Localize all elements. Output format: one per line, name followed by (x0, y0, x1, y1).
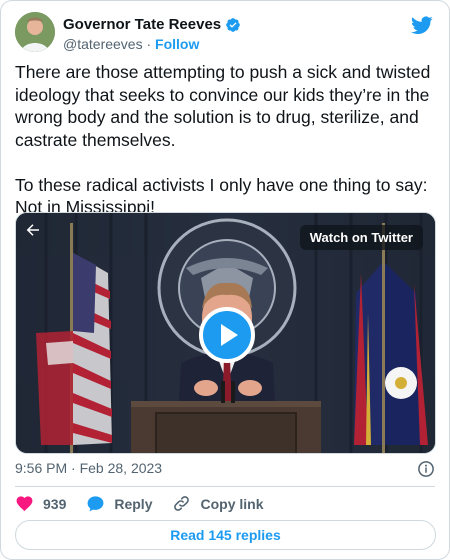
tweet-text: There are those attempting to push a sic… (15, 62, 431, 217)
action-bar: 939 Reply Copy link (15, 494, 284, 513)
display-name[interactable]: Governor Tate Reeves (63, 16, 221, 33)
tweet-card: Governor Tate Reeves @tatereeves · Follo… (0, 0, 450, 560)
play-icon[interactable] (199, 307, 255, 363)
avatar[interactable] (15, 12, 55, 52)
reply-label: Reply (114, 495, 153, 512)
verified-badge-icon (226, 17, 240, 32)
read-replies-button[interactable]: Read 145 replies (15, 520, 436, 550)
handle-separator: · (142, 36, 156, 52)
heart-icon (16, 496, 33, 512)
follow-button[interactable]: Follow (155, 36, 199, 52)
reply-button[interactable]: Reply (86, 494, 152, 513)
like-button[interactable]: 939 (15, 494, 66, 513)
divider (15, 486, 435, 487)
tweet-timestamp[interactable]: 9:56 PM · Feb 28, 2023 (15, 460, 162, 476)
handle-row: @tatereeves · Follow (63, 36, 199, 52)
handle[interactable]: @tatereeves (63, 36, 143, 52)
tweet-header: Governor Tate Reeves @tatereeves · Follo… (15, 12, 435, 56)
link-icon (174, 496, 190, 511)
reply-bubble-icon (87, 496, 104, 512)
back-arrow-icon[interactable] (24, 221, 42, 239)
like-count: 939 (43, 495, 67, 512)
twitter-bird-icon[interactable] (411, 14, 433, 36)
info-icon[interactable] (417, 460, 435, 478)
copy-link-label: Copy link (200, 495, 264, 512)
copy-link-button[interactable]: Copy link (172, 494, 264, 513)
watch-on-twitter-button[interactable]: Watch on Twitter (299, 225, 423, 250)
name-row: Governor Tate Reeves (63, 16, 241, 33)
video-thumbnail[interactable]: Watch on Twitter (15, 212, 436, 454)
